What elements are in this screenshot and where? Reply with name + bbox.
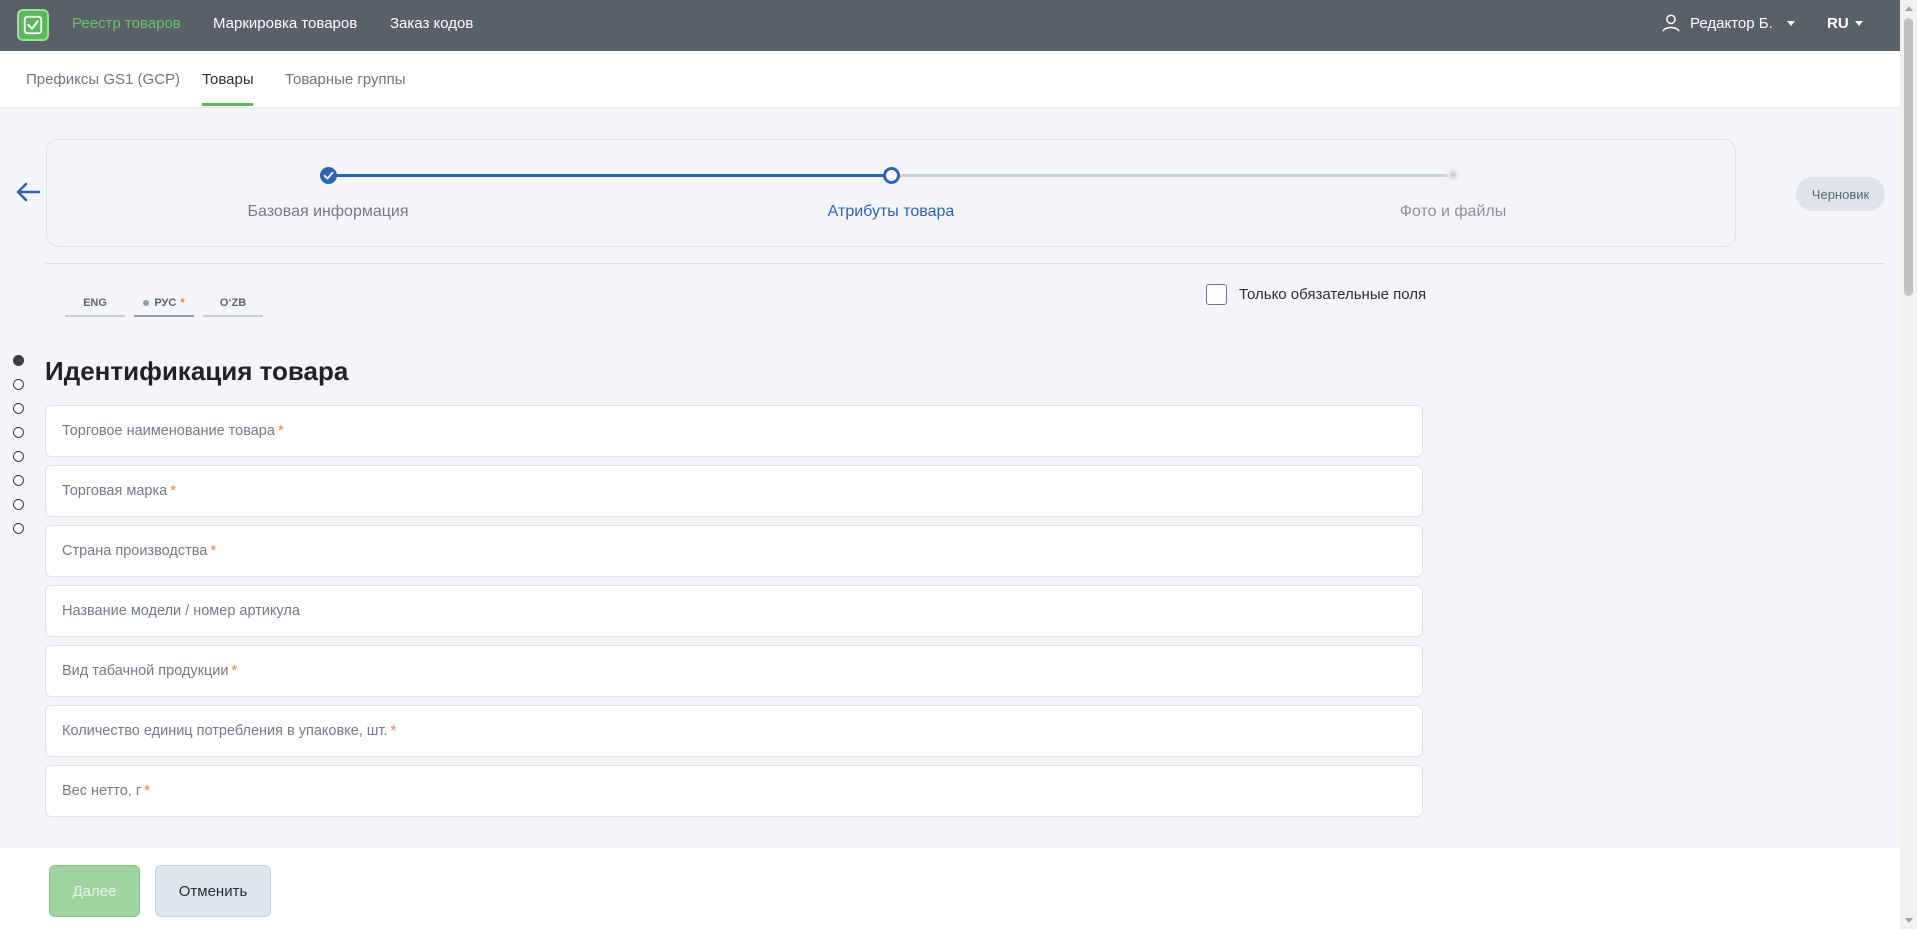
field-units-per-pack[interactable]: Количество единиц потребления в упаковке…	[45, 705, 1423, 757]
divider	[46, 263, 1884, 264]
tab-products[interactable]: Товары	[202, 71, 254, 88]
field-net-weight[interactable]: Вес нетто, г *	[45, 765, 1423, 817]
section-nav-dot[interactable]	[13, 379, 24, 390]
step-current-dot[interactable]	[883, 167, 900, 184]
user-name: Редактор Б.	[1690, 14, 1773, 32]
step-pending-dot[interactable]	[1447, 169, 1459, 181]
chevron-down-icon	[1854, 21, 1863, 26]
step-done-check-icon[interactable]	[320, 167, 337, 184]
required-only-toggle[interactable]: Только обязательные поля	[1206, 284, 1426, 305]
section-nav-dot[interactable]	[13, 403, 24, 414]
required-mark: *	[210, 543, 216, 559]
required-mark: *	[231, 663, 238, 679]
field-label: Торговое наименование товара	[62, 423, 275, 439]
scroll-up-icon[interactable]	[1905, 6, 1913, 11]
scrollbar-thumb[interactable]	[1904, 18, 1913, 296]
section-navigator	[8, 350, 30, 540]
section-nav-dot[interactable]	[13, 427, 24, 438]
lang-tab-label: РУС	[154, 297, 177, 309]
stepper-progress-line	[328, 174, 891, 177]
stepper-card	[46, 139, 1736, 247]
field-label: Название модели / номер артикула	[62, 603, 300, 619]
tab-product-groups[interactable]: Товарные группы	[285, 71, 406, 88]
stepper-pending-line	[891, 174, 1453, 177]
tab-gs1-prefixes[interactable]: Префиксы GS1 (GCP)	[26, 71, 180, 88]
nav-item-product-registry[interactable]: Реестр товаров	[72, 15, 181, 32]
top-navbar: Реестр товаров Маркировка товаров Заказ …	[0, 0, 1917, 51]
field-label: Количество единиц потребления в упаковке…	[62, 723, 388, 739]
required-mark: *	[180, 297, 185, 309]
lang-tab-rus[interactable]: РУС *	[134, 291, 194, 317]
nav-item-product-marking[interactable]: Маркировка товаров	[213, 15, 357, 32]
next-button[interactable]: Далее	[49, 865, 140, 917]
section-nav-dot[interactable]	[13, 475, 24, 486]
back-arrow-icon[interactable]	[14, 180, 42, 204]
step-label-product-attributes[interactable]: Атрибуты товара	[828, 203, 955, 221]
field-label: Вид табачной продукции	[62, 663, 229, 679]
status-badge: Черновик	[1796, 177, 1885, 211]
section-nav-dot[interactable]	[13, 523, 24, 534]
lang-tab-label: O‘ZB	[219, 297, 247, 309]
scroll-down-icon[interactable]	[1905, 918, 1913, 923]
section-nav-dot[interactable]	[13, 451, 24, 462]
section-nav-dot[interactable]	[13, 355, 24, 366]
cancel-button[interactable]: Отменить	[155, 865, 271, 917]
required-mark: *	[170, 483, 176, 499]
field-trade-name[interactable]: Торговое наименование товара *	[45, 405, 1423, 457]
lang-tab-uzb[interactable]: O‘ZB	[203, 291, 263, 317]
step-label-photos-files[interactable]: Фото и файлы	[1400, 203, 1506, 221]
field-model-article[interactable]: Название модели / номер артикула	[45, 585, 1423, 637]
required-only-label: Только обязательные поля	[1239, 286, 1427, 303]
field-label: Страна производства	[62, 543, 208, 559]
required-only-checkbox[interactable]	[1206, 284, 1227, 305]
active-dot-icon	[143, 300, 150, 306]
user-icon	[1662, 14, 1680, 32]
app-logo-icon[interactable]	[17, 9, 49, 41]
lang-tab-label: ENG	[83, 297, 107, 309]
active-tab-indicator	[202, 103, 253, 106]
section-nav-dot[interactable]	[13, 499, 24, 510]
footer-bar	[0, 848, 1900, 929]
required-mark: *	[277, 423, 284, 439]
required-mark: *	[144, 783, 150, 799]
chevron-down-icon	[1786, 20, 1795, 26]
section-title: Идентификация товара	[45, 356, 349, 386]
required-mark: *	[390, 723, 397, 739]
lang-tab-eng[interactable]: ENG	[65, 291, 125, 317]
field-label: Торговая марка	[62, 483, 168, 499]
step-label-basic-info[interactable]: Базовая информация	[248, 203, 409, 221]
language-label: RU	[1827, 15, 1849, 32]
language-selector[interactable]: RU	[1827, 15, 1863, 32]
field-label: Вес нетто, г	[62, 783, 142, 799]
field-trademark[interactable]: Торговая марка *	[45, 465, 1423, 517]
user-menu[interactable]: Редактор Б.	[1660, 12, 1795, 34]
field-country-of-origin[interactable]: Страна производства *	[45, 525, 1423, 577]
nav-item-code-orders[interactable]: Заказ кодов	[390, 15, 473, 32]
field-tobacco-type[interactable]: Вид табачной продукции *	[45, 645, 1423, 697]
